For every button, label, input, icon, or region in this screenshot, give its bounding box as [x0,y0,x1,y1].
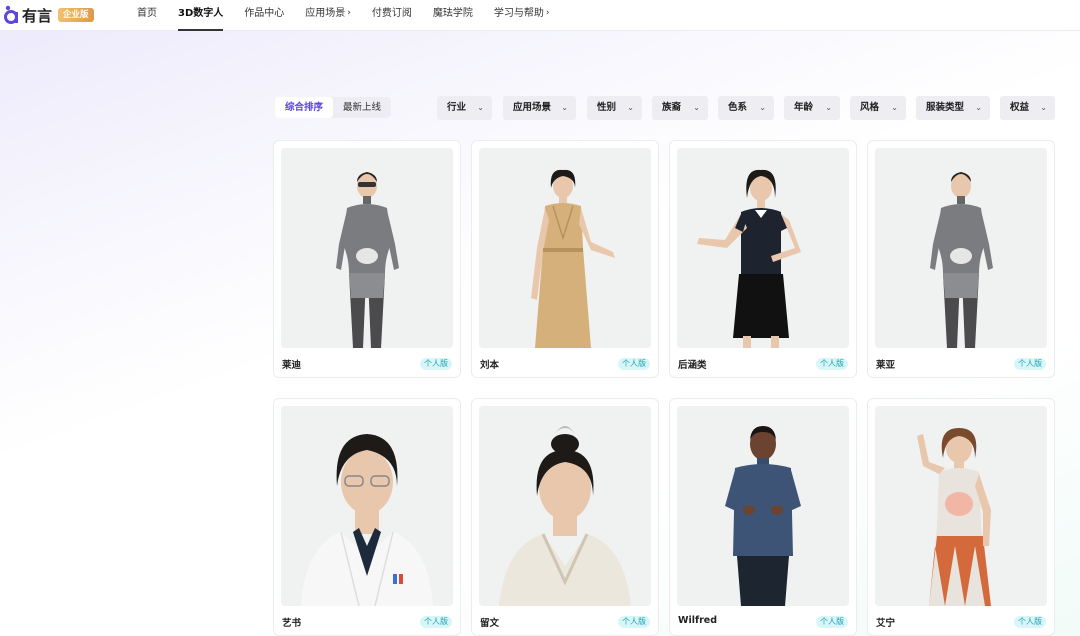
avatar-name: 艺书 [282,618,302,629]
avatar-name: 刘本 [480,360,500,371]
chevron-down-icon: ⌄ [627,103,634,112]
avatar-name: 后涵类 [678,360,707,371]
nav-item-label: 学习与帮助 [493,8,544,19]
avatar-name: 莱迪 [282,360,302,371]
chevron-down-icon: ⌄ [477,103,484,112]
main-nav: 首页 3D数字人 作品中心 应用场景 › 付费订阅 魔珐学院 学习与帮助 › [137,0,570,31]
plan-tag: 个人版 [420,616,452,628]
avatar-preview-image [875,148,1047,348]
filter-label: 应用场景 [513,102,552,113]
nav-item-5[interactable]: 魔珐学院 [433,0,473,31]
avatar-preview-image [281,148,453,348]
nav-item-4[interactable]: 付费订阅 [372,0,412,31]
filter-label: 行业 [447,102,467,113]
filter-label: 族裔 [662,102,682,113]
avatar-preview-image [677,148,849,348]
avatar-card[interactable]: Wilfred 个人版 [669,398,857,636]
chevron-down-icon: ⌄ [561,103,568,112]
filter-dropdown-4[interactable]: 色系 ⌄ [718,96,774,120]
plan-tag: 个人版 [618,616,650,628]
brand-logo[interactable]: 有言 企业版 [3,4,94,26]
nav-item-0[interactable]: 首页 [137,0,157,31]
filter-label: 权益 [1010,102,1030,113]
plan-tag: 个人版 [1014,616,1046,628]
plan-tag: 个人版 [816,616,848,628]
chevron-down-icon: ⌄ [825,103,832,112]
plan-tag: 个人版 [816,358,848,370]
nav-item-label: 3D数字人 [178,8,224,19]
avatar-card[interactable]: 莱迪 个人版 [273,140,461,378]
top-nav-bar: 有言 企业版 首页 3D数字人 作品中心 应用场景 › 付费订阅 魔珐学院 学习与帮助 › [0,0,1080,31]
nav-item-label: 首页 [137,8,157,19]
nav-item-3[interactable]: 应用场景 › [305,0,351,31]
avatar-name: 艾宁 [876,618,896,629]
chevron-down-icon: ⌄ [975,103,982,112]
chevron-down-icon: ⌄ [1040,103,1047,112]
chevron-right-icon: › [545,8,550,18]
avatar-preview-image [479,148,651,348]
avatar-preview-image [281,406,453,606]
avatar-card[interactable]: 刘本 个人版 [471,140,659,378]
filter-dropdown-7[interactable]: 服装类型 ⌄ [916,96,990,120]
nav-item-label: 作品中心 [244,8,285,19]
nav-item-label: 付费订阅 [371,8,412,19]
chevron-down-icon: ⌄ [693,103,700,112]
plan-tag: 个人版 [618,358,650,370]
plan-tag: 个人版 [420,358,452,370]
nav-item-1[interactable]: 3D数字人 [178,0,224,31]
brand-name: 有言 [22,6,53,25]
avatar-preview-image [677,406,849,606]
filter-label: 服装类型 [926,102,965,113]
avatar-preview-image [479,406,651,606]
chevron-down-icon: ⌄ [759,103,766,112]
avatar-name: 留文 [480,618,500,629]
avatar-card[interactable]: 艾宁 个人版 [867,398,1055,636]
filter-label: 色系 [728,102,748,113]
brand-logo-icon [3,5,20,25]
avatar-name: Wilfred [678,615,718,626]
filter-dropdown-3[interactable]: 族裔 ⌄ [652,96,708,120]
avatar-card[interactable]: 艺书 个人版 [273,398,461,636]
avatar-card[interactable]: 莱亚 个人版 [867,140,1055,378]
filter-label: 风格 [860,102,880,113]
chevron-down-icon: ⌄ [891,103,898,112]
avatar-card[interactable]: 留文 个人版 [471,398,659,636]
nav-item-label: 应用场景 [305,8,346,19]
filter-dropdown-1[interactable]: 应用场景 ⌄ [503,96,576,120]
filter-label: 性别 [597,102,617,113]
nav-item-label: 魔珐学院 [432,8,473,19]
nav-item-6[interactable]: 学习与帮助 › [494,0,550,31]
plan-tag: 个人版 [1014,358,1046,370]
avatar-preview-image [875,406,1047,606]
chevron-right-icon: › [347,8,351,18]
avatar-card[interactable]: 后涵类 个人版 [669,140,857,378]
filter-bar: 行业 ⌄ 应用场景 ⌄ 性别 ⌄ 族裔 ⌄ 色系 ⌄ 年龄 ⌄ 风格 ⌄ 服装类型 ⌄ 权益 ⌄ [0,96,1080,120]
filter-dropdown-8[interactable]: 权益 ⌄ [1000,96,1055,120]
nav-item-2[interactable]: 作品中心 [244,0,284,31]
filter-dropdown-5[interactable]: 年龄 ⌄ [784,96,840,120]
filter-dropdown-6[interactable]: 风格 ⌄ [850,96,906,120]
filter-dropdown-0[interactable]: 行业 ⌄ [437,96,492,120]
avatar-name: 莱亚 [876,360,896,371]
filter-label: 年龄 [794,102,814,113]
enterprise-badge[interactable]: 企业版 [58,8,94,22]
filter-dropdown-2[interactable]: 性别 ⌄ [587,96,642,120]
